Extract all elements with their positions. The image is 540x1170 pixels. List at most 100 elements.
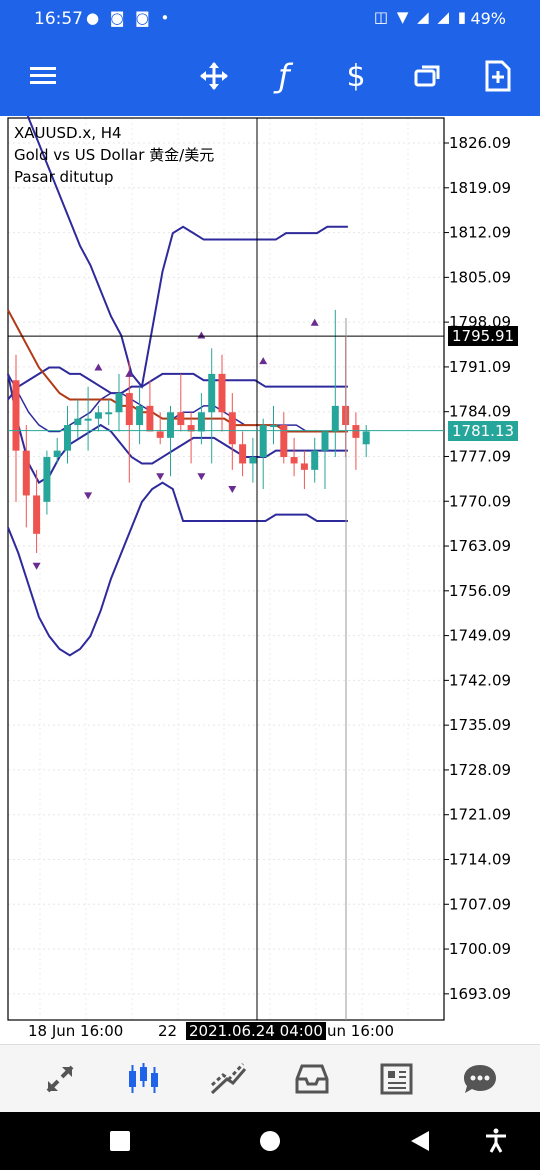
accessibility-icon [486, 1128, 506, 1153]
y-tick-label: 1735.09 [449, 716, 511, 734]
candle-body [362, 431, 370, 445]
fractal-down-marker [84, 492, 93, 500]
nav-history[interactable] [282, 1055, 342, 1103]
fractal-up-marker [197, 331, 206, 339]
candle-body [33, 495, 41, 534]
indicators-button[interactable]: ƒ [256, 48, 312, 104]
bottom-navigation [0, 1044, 540, 1113]
crosshair-icon [200, 62, 228, 90]
candle-body [64, 425, 71, 451]
back-button[interactable] [400, 1124, 440, 1158]
fractal-down-marker [228, 486, 237, 494]
crosshair-button[interactable] [186, 48, 242, 104]
candle-body [146, 405, 154, 432]
system-navigation-bar [0, 1112, 540, 1170]
candle-body [321, 431, 329, 451]
candle-body [228, 412, 236, 445]
add-document-icon [485, 60, 511, 92]
y-tick-label: 1742.09 [449, 671, 511, 689]
candle-body [167, 412, 174, 438]
y-tick-label: 1777.09 [449, 447, 511, 465]
candle-body [259, 425, 267, 458]
chart-canvas[interactable]: 1826.091819.091812.091805.091798.091791.… [0, 116, 540, 1044]
candle-body [156, 431, 164, 438]
nav-trade[interactable] [198, 1055, 258, 1103]
y-tick-label: 1749.09 [449, 627, 511, 645]
candle-body [218, 373, 226, 413]
y-tick-label: 1693.09 [449, 985, 511, 1003]
candle-body [115, 393, 123, 413]
home-button[interactable] [250, 1124, 290, 1158]
fractal-up-marker [310, 318, 319, 326]
nav-news[interactable] [366, 1055, 426, 1103]
candle-body [290, 457, 298, 464]
candle-body [239, 444, 247, 464]
y-tick-label: 1819.09 [449, 179, 511, 197]
objects-button[interactable] [400, 48, 456, 104]
nav-chart[interactable] [114, 1055, 174, 1103]
crosshair-price-tag: 1795.91 [448, 326, 519, 347]
candle-body [94, 412, 102, 419]
accessibility-button[interactable] [476, 1124, 516, 1158]
circle-icon [260, 1131, 280, 1151]
square-icon [110, 1131, 130, 1151]
fractal-up-marker [94, 363, 103, 371]
y-tick-label: 1826.09 [449, 134, 511, 152]
candle-body [125, 393, 133, 426]
layers-icon [414, 65, 440, 87]
y-tick-label: 1700.09 [449, 940, 511, 958]
candle-body [84, 418, 92, 421]
date-label-mid: 22 [158, 1022, 178, 1040]
y-tick-label: 1791.09 [449, 358, 511, 376]
trade-button[interactable]: $ [328, 48, 384, 104]
candle-body [105, 412, 113, 415]
candle-body [270, 425, 277, 428]
battery-percent: 49% [470, 9, 506, 28]
quotes-arrows-icon [46, 1065, 74, 1093]
y-tick-label: 1721.09 [449, 806, 511, 824]
candle-body [136, 405, 144, 426]
candle-body [311, 450, 319, 470]
candle-body [208, 373, 216, 413]
y-tick-label: 1707.09 [449, 895, 511, 913]
y-tick-label: 1714.09 [449, 850, 511, 868]
candle-body [74, 418, 82, 426]
new-order-button[interactable] [470, 48, 526, 104]
dollar-trade-icon: $ [346, 58, 366, 94]
nav-messages[interactable] [450, 1055, 510, 1103]
triangle-back-icon [411, 1131, 429, 1151]
y-tick-label: 1784.09 [449, 403, 511, 421]
chart-info: XAUUSD.x, H4 Gold vs US Dollar 黄金/美元 Pas… [14, 122, 214, 188]
last-price-tag: 1781.13 [448, 420, 519, 441]
fractal-down-marker [32, 562, 41, 570]
candle-body [53, 450, 61, 458]
candlestick-chart-icon [129, 1063, 158, 1093]
candle-body [249, 457, 257, 464]
y-tick-label: 1812.09 [449, 224, 511, 242]
market-status: Pasar ditutup [14, 168, 114, 186]
candle-body [352, 425, 360, 438]
crosshair-date-tag: 2021.06.24 04:00 [186, 1022, 326, 1040]
symbol-timeframe: XAUUSD.x, H4 [14, 124, 122, 142]
function-icon: ƒ [278, 57, 290, 95]
system-status-icons: ◫ ▼ ◢ ◢ ▮ [373, 8, 468, 26]
candle-body [43, 457, 51, 502]
plot-frame [7, 117, 445, 1021]
fractal-down-marker [156, 473, 165, 481]
chat-bubble-icon [464, 1065, 496, 1093]
y-tick-label: 1756.09 [449, 582, 511, 600]
y-tick-label: 1728.09 [449, 761, 511, 779]
notification-icons: ● ◙ ◙ • [86, 9, 173, 27]
inbox-tray-icon [295, 1064, 329, 1094]
menu-button[interactable] [16, 48, 72, 104]
recents-button[interactable] [100, 1124, 140, 1158]
newspaper-icon [380, 1063, 413, 1095]
y-tick-label: 1770.09 [449, 492, 511, 510]
status-bar: 16:57 ● ◙ ◙ • ◫ ▼ ◢ ◢ ▮ 49% [0, 0, 540, 38]
candle-body [177, 412, 185, 426]
trade-lines-icon [210, 1062, 247, 1095]
menu-icon [30, 67, 56, 84]
nav-quotes[interactable] [30, 1055, 90, 1103]
y-tick-label: 1763.09 [449, 537, 511, 555]
price-chart[interactable]: 1826.09 1819.09 1812.09 1805.09 1798.09 1791.… [0, 116, 540, 1044]
